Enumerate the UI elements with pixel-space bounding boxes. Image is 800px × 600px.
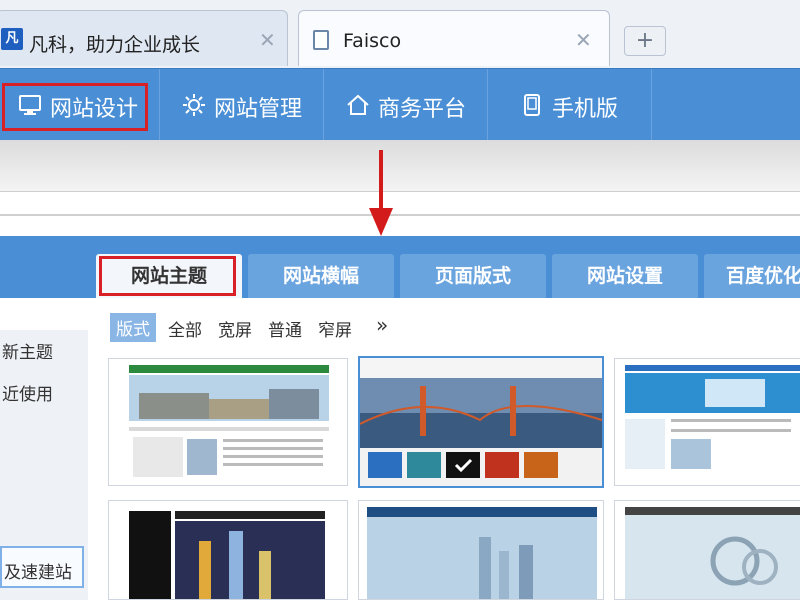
nav-item-site-design[interactable]: 网站设计 xyxy=(0,69,160,141)
tab-site-settings[interactable]: 网站设置 xyxy=(552,254,698,298)
theme-panel: 网站主题 网站横幅 页面版式 网站设置 百度优化 新主题 近使用 及速建站 版式… xyxy=(0,236,800,600)
tab-title: 凡科，助力企业成长 xyxy=(29,34,201,56)
left-menu-item-quick-build[interactable]: 及速建站 xyxy=(0,546,84,588)
browser-window: 凡 凡科，助力企业成长 ✕ Faisco ✕ + 网站设计 网站管理 商务平台 … xyxy=(0,0,800,216)
color-swatch-black[interactable] xyxy=(446,452,480,478)
tab-label: 百度优化 xyxy=(725,265,800,287)
toolbar-strip xyxy=(0,140,800,192)
nav-label: 手机版 xyxy=(552,97,619,122)
browser-tab-faisco[interactable]: Faisco ✕ xyxy=(298,10,610,66)
theme-card[interactable] xyxy=(358,500,604,600)
tab-label: 网站横幅 xyxy=(282,265,359,287)
nav-label: 网站设计 xyxy=(50,97,139,122)
nav-item-business[interactable]: 商务平台 xyxy=(324,69,488,141)
divider xyxy=(0,214,800,216)
filter-label: 版式 xyxy=(110,313,156,342)
arrow-down-shaft xyxy=(379,150,383,212)
left-menu-item-recent[interactable]: 近使用 xyxy=(2,380,53,405)
nav-item-mobile[interactable]: 手机版 xyxy=(488,69,652,141)
checkmark-icon xyxy=(454,458,473,473)
filter-all[interactable]: 全部 xyxy=(168,316,202,341)
nav-item-site-manage[interactable]: 网站管理 xyxy=(160,69,324,141)
gear-icon xyxy=(183,94,205,116)
left-menu-label: 及速建站 xyxy=(4,563,72,583)
phone-icon xyxy=(524,94,540,116)
new-tab-button[interactable]: + xyxy=(624,26,666,56)
theme-card[interactable] xyxy=(108,358,348,486)
browser-tab-strip: 凡 凡科，助力企业成长 ✕ Faisco ✕ + xyxy=(0,0,800,68)
monitor-icon xyxy=(19,95,41,115)
highlight-box xyxy=(99,256,236,296)
filter-wide[interactable]: 宽屏 xyxy=(218,316,252,341)
left-menu-item-new[interactable]: 新主题 xyxy=(2,338,53,363)
filter-narrow[interactable]: 窄屏 xyxy=(318,316,352,341)
tab-page-layout[interactable]: 页面版式 xyxy=(400,254,546,298)
color-swatch-red[interactable] xyxy=(485,452,519,478)
tab-label: 网站设置 xyxy=(586,265,663,287)
theme-card[interactable] xyxy=(614,358,800,486)
home-icon xyxy=(347,94,369,115)
top-nav-bar: 网站设计 网站管理 商务平台 手机版 xyxy=(0,68,800,141)
theme-preview-image xyxy=(615,359,800,485)
color-swatch-teal[interactable] xyxy=(407,452,441,478)
panel-tab-bar: 网站主题 网站横幅 页面版式 网站设置 百度优化 xyxy=(0,236,800,298)
tab-site-banner[interactable]: 网站横幅 xyxy=(248,254,394,298)
color-swatch-orange[interactable] xyxy=(524,452,558,478)
nav-label: 商务平台 xyxy=(378,97,467,122)
theme-card[interactable] xyxy=(108,500,348,600)
tab-site-theme[interactable]: 网站主题 xyxy=(96,254,242,298)
theme-preview-image xyxy=(109,501,347,599)
close-icon[interactable]: ✕ xyxy=(575,28,592,52)
nav-label: 网站管理 xyxy=(214,97,303,122)
theme-card[interactable] xyxy=(614,500,800,600)
tab-label: 页面版式 xyxy=(434,265,511,287)
close-icon[interactable]: ✕ xyxy=(259,28,276,52)
color-swatch-blue[interactable] xyxy=(368,452,402,478)
filter-normal[interactable]: 普通 xyxy=(268,316,302,341)
browser-tab-fanke[interactable]: 凡 凡科，助力企业成长 ✕ xyxy=(0,10,288,66)
left-menu-header xyxy=(0,298,88,330)
filter-more-icon[interactable]: » xyxy=(376,313,388,337)
tab-title: Faisco xyxy=(343,30,402,52)
tab-baidu-seo[interactable]: 百度优化 xyxy=(704,254,800,298)
theme-preview-image xyxy=(359,501,603,599)
arrow-down-icon xyxy=(369,208,393,236)
theme-preview-image xyxy=(615,501,800,599)
fanke-logo-icon: 凡 xyxy=(1,28,23,50)
theme-preview-image xyxy=(109,359,347,485)
document-icon xyxy=(313,30,329,50)
